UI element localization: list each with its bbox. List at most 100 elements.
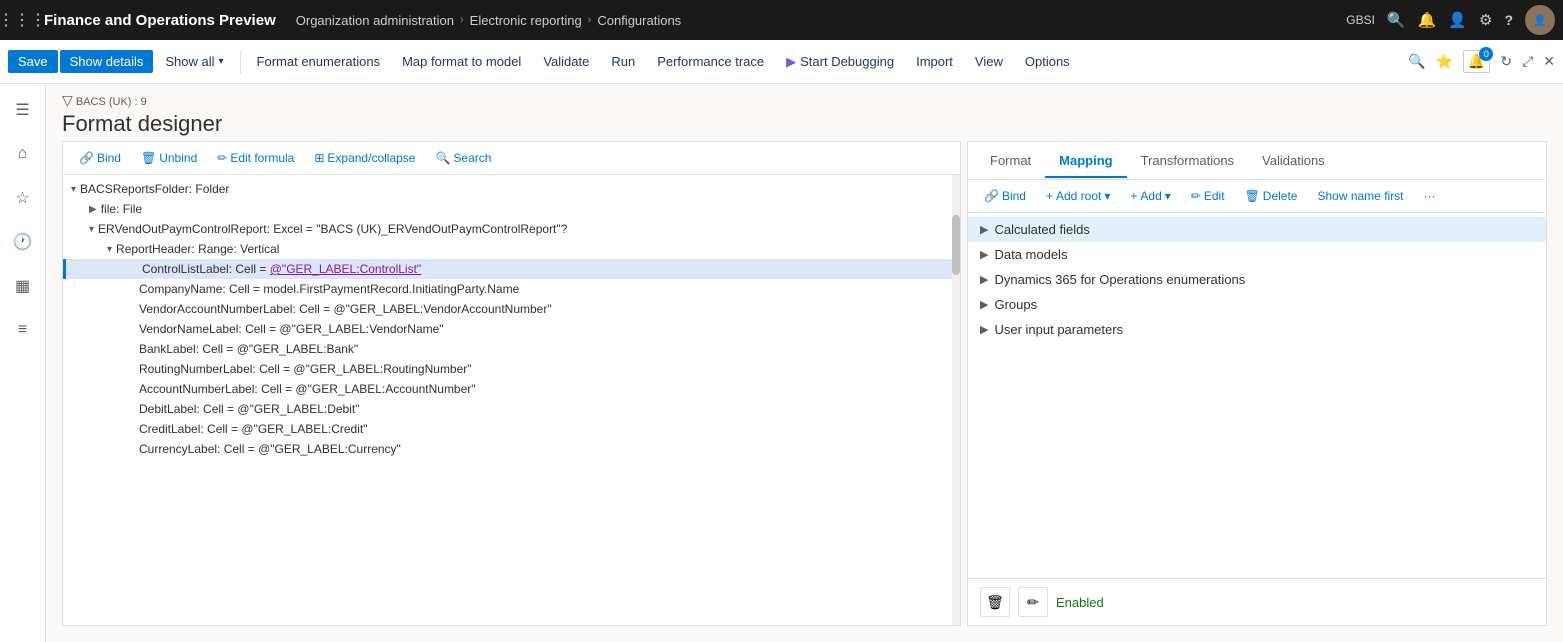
- right-bind-button[interactable]: 🔗 Bind: [976, 186, 1034, 206]
- validate-button[interactable]: Validate: [533, 50, 599, 73]
- search-icon[interactable]: 🔍: [1387, 11, 1406, 29]
- edit-formula-button[interactable]: ✏ Edit formula: [209, 148, 302, 168]
- tree-item[interactable]: RoutingNumberLabel: Cell = @"GER_LABEL:R…: [63, 359, 952, 379]
- import-button[interactable]: Import: [906, 50, 963, 73]
- tree-item[interactable]: DebitLabel: Cell = @"GER_LABEL:Debit": [63, 399, 952, 419]
- right-panel-toolbar: 🔗 Bind + Add root ▾ + Add ▾ ✏: [968, 180, 1546, 213]
- right-panel-tabs: Format Mapping Transformations Validatio…: [968, 142, 1546, 180]
- right-tree-arrow-icon: ▶: [980, 248, 988, 261]
- delete-button[interactable]: 🗑 Delete: [1237, 186, 1306, 206]
- unbind-button[interactable]: 🗑 Unbind: [133, 148, 205, 168]
- format-enumerations-button[interactable]: Format enumerations: [247, 50, 391, 73]
- toolbar-expand-icon[interactable]: ⤢: [1522, 53, 1533, 70]
- split-pane: 🔗 Bind 🗑 Unbind ✏ Edit formula ⊞ Expand/…: [46, 141, 1563, 642]
- top-nav-icons: GBSI 🔍 🔔 👤 ⚙ ? 👤: [1346, 5, 1555, 35]
- tab-mapping[interactable]: Mapping: [1045, 145, 1126, 178]
- sidebar-calendar-icon[interactable]: ▦: [5, 268, 41, 304]
- tree-item[interactable]: ▾BACSReportsFolder: Folder: [63, 179, 952, 199]
- page-title: Format designer: [62, 111, 1547, 137]
- breadcrumb-er[interactable]: Electronic reporting: [470, 13, 582, 28]
- settings-icon[interactable]: ⚙: [1479, 11, 1492, 29]
- avatar[interactable]: 👤: [1525, 5, 1555, 35]
- search-button[interactable]: 🔍 Search: [427, 148, 499, 168]
- tree-arrow-icon: ▾: [89, 224, 94, 235]
- sidebar-home-icon[interactable]: ⌂: [5, 136, 41, 172]
- edit-button[interactable]: ✏ Edit: [1183, 186, 1233, 206]
- tree-item[interactable]: CreditLabel: Cell = @"GER_LABEL:Credit": [63, 419, 952, 439]
- right-tree-item[interactable]: ▶Calculated fields: [968, 217, 1546, 242]
- map-format-to-model-button[interactable]: Map format to model: [392, 50, 531, 73]
- bind-icon: 🔗: [79, 151, 94, 165]
- add-root-button[interactable]: + Add root ▾: [1038, 186, 1118, 206]
- main-toolbar: Save Show details Show all ▾ Format enum…: [0, 40, 1563, 84]
- toolbar-close-icon[interactable]: ✕: [1543, 53, 1555, 70]
- search-icon: 🔍: [435, 151, 450, 165]
- tree-arrow-icon: ▶: [89, 204, 97, 215]
- start-debugging-button[interactable]: ▶ Start Debugging: [776, 50, 904, 74]
- filter-icon[interactable]: ▽: [62, 92, 73, 108]
- toolbar-notifications-badge[interactable]: 🔔0: [1463, 50, 1490, 73]
- tree-item[interactable]: AccountNumberLabel: Cell = @"GER_LABEL:A…: [63, 379, 952, 399]
- view-button[interactable]: View: [965, 50, 1013, 73]
- bind-button[interactable]: 🔗 Bind: [71, 148, 129, 168]
- tree-item[interactable]: CompanyName: Cell = model.FirstPaymentRe…: [63, 279, 952, 299]
- breadcrumb-sep-2: ›: [588, 14, 592, 26]
- performance-trace-button[interactable]: Performance trace: [647, 50, 774, 73]
- user-circle-icon[interactable]: 👤: [1448, 11, 1467, 29]
- footer-delete-button[interactable]: 🗑: [980, 587, 1010, 617]
- options-button[interactable]: Options: [1015, 50, 1080, 73]
- right-tree-area: ▶Calculated fields▶Data models▶Dynamics …: [968, 213, 1546, 578]
- tree-item[interactable]: ▶file: File: [63, 199, 952, 219]
- toolbar-refresh-icon[interactable]: ↻: [1500, 53, 1512, 70]
- right-tree-arrow-icon: ▶: [980, 298, 988, 311]
- show-all-button[interactable]: Show all ▾: [155, 50, 233, 73]
- main-body: ☰ ⌂ ☆ 🕐 ▦ ≡ ▽ BACS (UK) : 9 Format desig…: [0, 84, 1563, 642]
- tree-item[interactable]: VendorAccountNumberLabel: Cell = @"GER_L…: [63, 299, 952, 319]
- tree-item[interactable]: ▾ReportHeader: Range: Vertical: [63, 239, 952, 259]
- add-button[interactable]: + Add ▾: [1122, 186, 1178, 206]
- notifications-icon[interactable]: 🔔: [1418, 11, 1437, 29]
- right-tree-item[interactable]: ▶User input parameters: [968, 317, 1546, 342]
- breadcrumb-org[interactable]: Organization administration: [296, 13, 454, 28]
- right-tree-item[interactable]: ▶Data models: [968, 242, 1546, 267]
- right-tree-item[interactable]: ▶Dynamics 365 for Operations enumeration…: [968, 267, 1546, 292]
- format-tree-area: ▾BACSReportsFolder: Folder▶file: File▾ER…: [63, 175, 952, 625]
- save-button[interactable]: Save: [8, 50, 58, 73]
- edit-icon: ✏: [1191, 189, 1201, 203]
- tab-format[interactable]: Format: [976, 145, 1045, 178]
- scrollbar-thumb[interactable]: [952, 215, 960, 275]
- gbsi-label: GBSI: [1346, 13, 1375, 27]
- add-icon: +: [1130, 189, 1137, 203]
- tree-item[interactable]: VendorNameLabel: Cell = @"GER_LABEL:Vend…: [63, 319, 952, 339]
- show-name-first-button[interactable]: Show name first: [1309, 186, 1411, 206]
- sidebar-clock-icon[interactable]: 🕐: [5, 224, 41, 260]
- tab-transformations[interactable]: Transformations: [1127, 145, 1248, 178]
- show-details-button[interactable]: Show details: [60, 50, 154, 73]
- expand-collapse-button[interactable]: ⊞ Expand/collapse: [306, 148, 423, 168]
- tree-item[interactable]: ▾ERVendOutPaymControlReport: Excel = "BA…: [63, 219, 952, 239]
- right-tree-item[interactable]: ▶Groups: [968, 292, 1546, 317]
- page-subtitle: ▽ BACS (UK) : 9: [62, 92, 1547, 109]
- tree-item[interactable]: ControlListLabel: Cell = @"GER_LABEL:Con…: [63, 259, 952, 279]
- add-root-dropdown-icon: ▾: [1104, 189, 1110, 203]
- scrollbar[interactable]: [952, 175, 960, 625]
- sidebar-list-icon[interactable]: ≡: [5, 312, 41, 348]
- left-panel: 🔗 Bind 🗑 Unbind ✏ Edit formula ⊞ Expand/…: [62, 141, 961, 626]
- unbind-icon: 🗑: [141, 151, 156, 165]
- subtitle-text: BACS (UK) : 9: [76, 96, 147, 108]
- footer-edit-button[interactable]: ✏: [1018, 587, 1048, 617]
- more-options-button[interactable]: ···: [1416, 186, 1444, 206]
- sidebar-star-icon[interactable]: ☆: [5, 180, 41, 216]
- run-button[interactable]: Run: [601, 50, 645, 73]
- help-icon[interactable]: ?: [1504, 12, 1513, 28]
- breadcrumb-config[interactable]: Configurations: [597, 13, 681, 28]
- right-tree-arrow-icon: ▶: [980, 223, 988, 236]
- add-dropdown-icon: ▾: [1165, 189, 1171, 203]
- toolbar-fav-icon[interactable]: ⭐: [1435, 53, 1452, 70]
- tree-item[interactable]: BankLabel: Cell = @"GER_LABEL:Bank": [63, 339, 952, 359]
- toolbar-search-icon[interactable]: 🔍: [1408, 53, 1425, 70]
- tree-item[interactable]: CurrencyLabel: Cell = @"GER_LABEL:Curren…: [63, 439, 952, 459]
- sidebar-hamburger-icon[interactable]: ☰: [5, 92, 41, 128]
- tab-validations[interactable]: Validations: [1248, 145, 1339, 178]
- grid-icon[interactable]: ⋮⋮⋮: [8, 6, 36, 34]
